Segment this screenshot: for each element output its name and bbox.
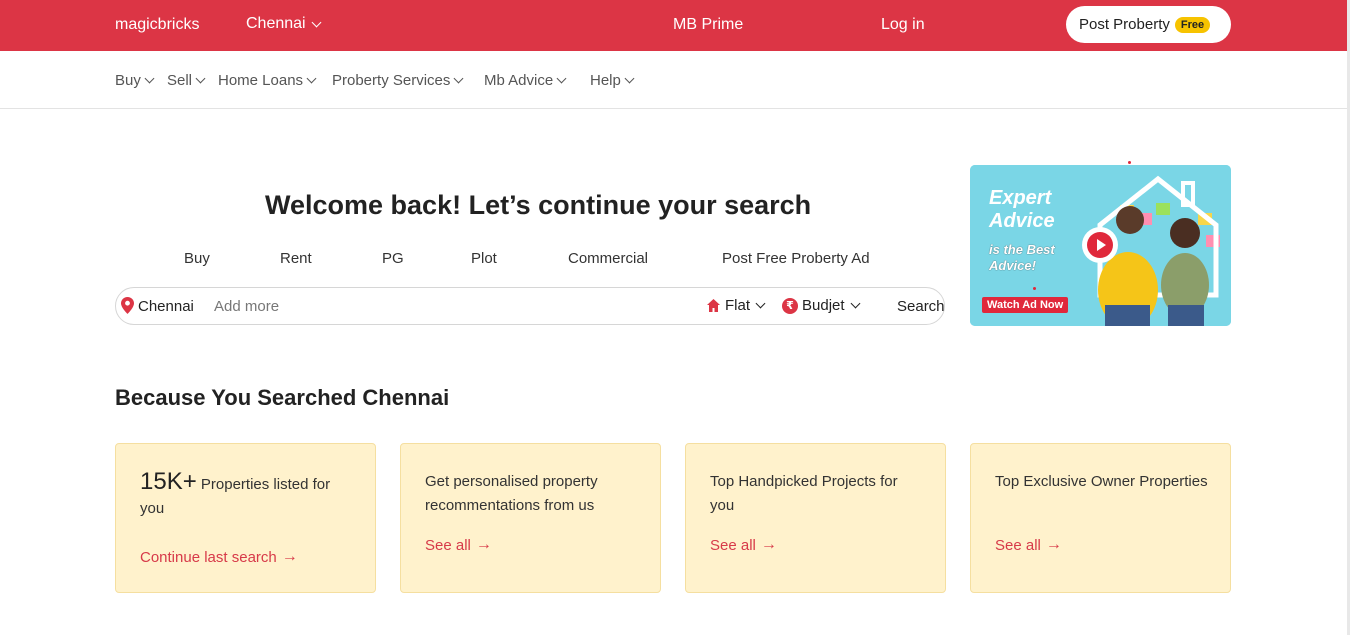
ad-subtitle-line: Advice! [989,258,1036,273]
watch-ad-button[interactable]: Watch Ad Now [982,297,1069,313]
arrow-right-icon: → [475,536,492,553]
rupee-icon: ₹ [782,297,798,314]
search-bar: Chennai Flat ₹ Budjet Search [115,287,945,325]
red-dot [1033,287,1036,290]
nav-label: Mb Advice [484,72,554,89]
property-type-dropdown[interactable]: Flat [706,297,766,314]
nav-item-mb-advice[interactable]: Mb Advice [484,72,567,89]
post-property-button[interactable]: Post Proberty Free [1066,6,1231,43]
ad-subtitle: is the Best Advice! [989,242,1055,274]
ad-banner[interactable]: Expert Advice is the Best Advice! Watch … [970,165,1231,326]
selected-city[interactable]: Chennai [138,298,194,315]
chevron-down-icon [850,298,860,309]
play-icon[interactable] [1082,227,1118,263]
mb-prime-link[interactable]: MB Prime [673,16,743,34]
card-text: Top Handpicked Projects for you [710,473,898,514]
properties-count: 15K+ [140,468,197,495]
card-text: Top Exclusive Owner Properties [995,473,1208,490]
card-handpicked-projects: Top Handpicked Projects for you See all … [685,443,946,593]
chevron-down-icon [453,73,464,84]
link-label: Continue last search [140,548,277,566]
post-property-label: Post Proberty [1079,16,1170,33]
chevron-down-icon [195,73,206,84]
home-icon [707,299,720,312]
continue-search-link[interactable]: Continue last search → [140,548,298,566]
budget-dropdown[interactable]: ₹ Budjet [782,297,860,314]
tab-commercial[interactable]: Commercial [568,250,648,267]
nav-item-home-loans[interactable]: Home Loans [218,72,317,89]
add-more-input[interactable] [214,298,414,315]
ad-subtitle-line: is the Best [989,242,1055,257]
nav-item-property-services[interactable]: Proberty Services [332,72,464,89]
link-label: See all [995,536,1041,554]
tab-buy[interactable]: Buy [184,250,210,267]
ad-title-line: Advice [989,210,1055,232]
card-text: Get personalised property recommentation… [425,473,598,514]
city-label: Chennai [246,15,306,32]
nav-item-buy[interactable]: Buy [115,72,155,89]
nav-label: Proberty Services [332,72,451,89]
tab-rent[interactable]: Rent [280,250,312,267]
page-title: Welcome back! Let’s continue your search [265,190,812,220]
chevron-down-icon [624,73,635,84]
free-badge: Free [1174,16,1211,33]
link-label: See all [425,536,471,554]
location-pin-icon [121,297,134,314]
card-properties-listed: 15K+ Properties listed for you Continue … [115,443,376,593]
search-button[interactable]: Search [897,298,945,315]
city-selector[interactable]: Chennai [246,15,322,33]
arrow-right-icon: → [760,536,777,553]
card-recommendations: Get personalised property recommentation… [400,443,661,593]
property-type-label: Flat [725,297,751,314]
tab-post-free-ad[interactable]: Post Free Proberty Ad [722,250,870,267]
chevron-down-icon [556,73,567,84]
tab-plot[interactable]: Plot [471,250,497,267]
chevron-down-icon [311,17,322,27]
nav-label: Help [590,72,621,89]
arrow-right-icon: → [281,548,298,565]
top-bar: magicbricks Chennai MB Prime Log in Post… [0,0,1347,51]
link-label: See all [710,536,756,554]
section-title: Because You Searched Chennai [115,385,450,410]
ad-title-line: Expert [989,187,1052,209]
play-button-icon [1087,232,1113,258]
brand-logo[interactable]: magicbricks [115,16,199,34]
chevron-down-icon [306,73,317,84]
secondary-nav: Buy Sell Home Loans Proberty Services Mb… [0,51,1347,109]
card-text: 15K+ Properties listed for you [140,470,355,521]
budget-label: Budjet [802,297,845,314]
see-all-link[interactable]: See all → [710,536,777,554]
card-owner-properties: Top Exclusive Owner Properties See all → [970,443,1231,593]
nav-label: Sell [167,72,193,89]
nav-label: Buy [115,72,141,89]
nav-item-help[interactable]: Help [590,72,635,89]
red-dot [1128,161,1131,164]
ad-title: Expert Advice [989,187,1055,233]
nav-item-sell[interactable]: Sell [167,72,206,89]
login-link[interactable]: Log in [881,16,925,34]
tab-pg[interactable]: PG [382,250,404,267]
nav-label: Home Loans [218,72,304,89]
chevron-down-icon [755,298,766,309]
see-all-link[interactable]: See all → [995,536,1062,554]
see-all-link[interactable]: See all → [425,536,492,554]
chevron-down-icon [144,73,155,84]
arrow-right-icon: → [1045,536,1062,553]
